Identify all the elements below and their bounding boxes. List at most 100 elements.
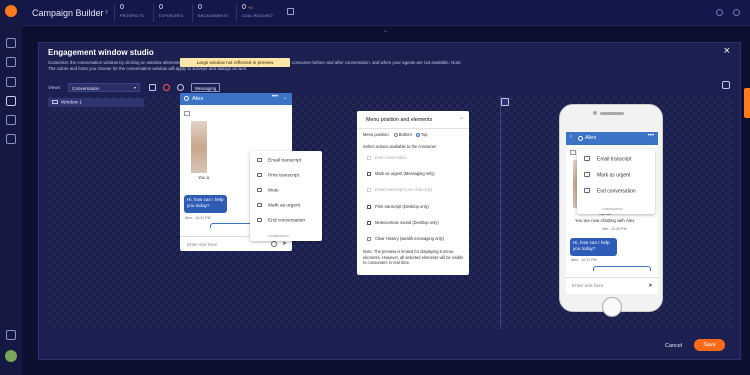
- apps-grid-icon[interactable]: [6, 330, 16, 340]
- quick-reply[interactable]: [593, 266, 651, 271]
- panel-note: Note: The preview is limited for display…: [363, 249, 464, 265]
- print-icon: [257, 173, 262, 177]
- powered-by: LIVEPERSON: [602, 207, 623, 211]
- close-icon[interactable]: ×: [460, 116, 463, 122]
- menu-item-mark-urgent[interactable]: Mark as urgent: [584, 172, 630, 179]
- menu-item-email-transcript[interactable]: Email transcript: [584, 156, 631, 163]
- home-button: [602, 297, 622, 317]
- flag-icon: [584, 172, 590, 177]
- record-icon[interactable]: [163, 84, 170, 91]
- close-icon: [257, 218, 262, 222]
- chat-input[interactable]: Enter text here: [572, 284, 603, 289]
- mobile-icon[interactable]: [501, 98, 509, 106]
- menu-item-email-transcript[interactable]: Email transcript: [257, 158, 301, 164]
- views-label: Views:: [48, 85, 62, 90]
- logo-icon[interactable]: [5, 5, 17, 17]
- close-icon: [584, 188, 590, 193]
- menu-position-row: Menu position: Bottom Top: [363, 132, 428, 137]
- stat-goal-reached: 0 +0 GOAL REACHED: [236, 4, 273, 22]
- image-icon: [184, 111, 190, 116]
- camera-icon: [593, 111, 597, 115]
- agent-name: Alex: [192, 96, 204, 102]
- menu-item-mark-urgent[interactable]: Mark as urgent: [257, 203, 300, 209]
- message-meta: Alex - 12:31 PM: [185, 216, 211, 220]
- emoji-icon[interactable]: [271, 241, 277, 247]
- email-icon: [584, 156, 590, 161]
- agent-message: Hi, how can I help you today?: [184, 195, 227, 213]
- window-list-item[interactable]: Window 1: [48, 98, 144, 107]
- menu-item-end-conversation[interactable]: End conversation: [584, 188, 636, 195]
- panel-title: Menu position and elements: [366, 117, 433, 123]
- messaging-button[interactable]: Messaging: [191, 83, 221, 92]
- menu-item-print-transcript[interactable]: Print transcript: [257, 173, 299, 179]
- expand-icon[interactable]: [287, 8, 294, 15]
- more-icon[interactable]: •••: [272, 94, 278, 100]
- help-icon[interactable]: [733, 9, 740, 16]
- chat-bubble-icon: [578, 136, 583, 141]
- agent-name: Alex: [585, 135, 597, 141]
- checkbox[interactable]: [367, 187, 371, 192]
- checkbox[interactable]: [367, 220, 371, 225]
- radio-top[interactable]: [415, 132, 420, 137]
- campaign-icon[interactable]: [6, 96, 16, 106]
- views-dropdown[interactable]: Conversation ▾: [68, 83, 140, 92]
- minimize-icon[interactable]: ⌄: [283, 95, 287, 101]
- left-sidebar: [0, 0, 22, 375]
- menu-item-end-conversation[interactable]: End conversation: [257, 218, 305, 224]
- option-end-conversation[interactable]: End conversation: [367, 155, 407, 160]
- speaker-icon: [257, 188, 262, 192]
- app-title: Campaign Builder: [32, 8, 104, 18]
- chevron-down-icon: ▾: [133, 85, 136, 90]
- divider: [357, 128, 469, 129]
- panel-subtitle: Select actions available to the consumer: [363, 144, 437, 149]
- menu-item-mute[interactable]: Mute: [257, 188, 279, 194]
- more-icon[interactable]: •••: [648, 133, 654, 139]
- chat-header[interactable]: ‹ Alex •••: [566, 132, 658, 145]
- flag-icon: [257, 203, 262, 207]
- speaker-grille: [600, 112, 624, 115]
- chat-input-row: Enter text here ➤: [566, 277, 658, 294]
- side-panel-tab[interactable]: [744, 88, 750, 118]
- checkbox[interactable]: [367, 171, 371, 176]
- option-mute-sound[interactable]: Mute/unmute sound (Desktop only): [367, 220, 439, 225]
- radio-bottom[interactable]: [393, 132, 398, 137]
- send-icon[interactable]: ➤: [648, 282, 653, 289]
- checkbox[interactable]: [367, 155, 371, 160]
- option-clear-history[interactable]: Clear History (wealth messaging only): [367, 236, 444, 241]
- system-message: You a: [198, 175, 210, 180]
- chat-input[interactable]: Enter text here: [187, 242, 217, 247]
- powered-by: LIVEPERSON: [268, 234, 289, 238]
- user-icon[interactable]: [6, 115, 16, 125]
- system-message: You are now chatting with Alex: [575, 218, 635, 223]
- chevron-right-icon[interactable]: ›: [105, 6, 108, 16]
- option-mark-urgent[interactable]: Mark as urgent (Messaging only): [367, 171, 435, 176]
- avatar[interactable]: [5, 350, 17, 362]
- timer-icon[interactable]: [177, 84, 184, 91]
- agent-photo: [191, 121, 207, 173]
- chat-icon[interactable]: [6, 38, 16, 48]
- email-icon: [257, 158, 262, 162]
- stat-prospects: 0 PROSPECTS: [114, 4, 144, 22]
- desktop-chat-menu: Email transcript Print transcript Mute M…: [250, 151, 322, 241]
- send-icon[interactable]: ➤: [282, 240, 287, 247]
- cancel-button[interactable]: Cancel: [665, 343, 682, 349]
- checkbox[interactable]: [367, 236, 371, 241]
- warning-banner: Large window not reflected in preview: [180, 58, 290, 67]
- save-button[interactable]: Save: [694, 339, 725, 351]
- image-icon: [570, 150, 576, 155]
- chevron-down-icon[interactable]: ⌄: [383, 27, 388, 34]
- copy-icon[interactable]: [149, 84, 156, 91]
- preview-icon[interactable]: [722, 81, 730, 89]
- option-print-transcript[interactable]: Print transcript (Desktop only): [367, 204, 429, 209]
- notification-icon[interactable]: [716, 9, 723, 16]
- checkbox[interactable]: [367, 204, 371, 209]
- settings-icon[interactable]: [6, 134, 16, 144]
- close-icon[interactable]: ×: [724, 45, 730, 57]
- chart-icon[interactable]: [6, 57, 16, 67]
- back-icon[interactable]: ‹: [570, 134, 572, 140]
- hourglass-icon[interactable]: [6, 77, 16, 87]
- option-email-transcript[interactable]: Email transcript (Live chat only): [367, 187, 432, 192]
- chat-header[interactable]: Alex ••• ⌄: [180, 93, 292, 105]
- window-icon: [52, 100, 58, 104]
- agent-message: Hi, how can I help you today?: [570, 238, 617, 256]
